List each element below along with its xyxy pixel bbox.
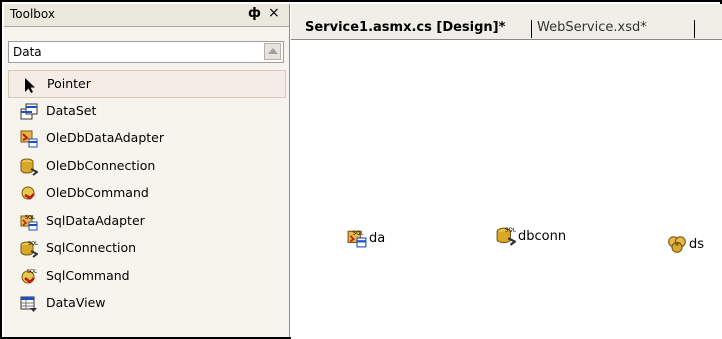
app-window: Toolbox ф × Data Pointer DataSet OleDbDa… — [0, 0, 722, 339]
toolbox-item-dataview[interactable]: DataView — [8, 290, 286, 318]
toolbox-item-label: OleDbCommand — [46, 185, 149, 200]
toolbox-item-label: OleDbConnection — [46, 157, 156, 173]
toolbox-title: Toolbox — [10, 7, 55, 21]
toolbox-item-sqldataadapter[interactable]: SQL SqlDataAdapter — [8, 208, 286, 236]
toolbox-category-data[interactable]: Data — [8, 41, 284, 63]
dataset-component-icon — [668, 236, 686, 253]
component-da[interactable]: SQL da — [347, 228, 407, 250]
toolbox-item-sqlcommand[interactable]: SQL SqlCommand — [8, 263, 286, 291]
sql-command-icon: SQL — [21, 269, 37, 284]
document-tab-bar: Service1.asmx.cs [Design]* WebService.xs… — [291, 4, 722, 40]
tab-separator — [531, 20, 532, 38]
dataset-icon — [20, 103, 38, 119]
toolbox-item-oledbconnection[interactable]: OleDbConnection — [8, 153, 286, 181]
toolbox-item-sqlconnection[interactable]: SQL SqlConnection — [8, 235, 286, 263]
component-dbconn[interactable]: SQL dbconn — [496, 226, 576, 248]
component-label: da — [369, 231, 386, 246]
sql-data-adapter-icon: SQL — [20, 215, 38, 230]
toolbox-item-label: Pointer — [47, 76, 91, 91]
toolbox-item-dataset[interactable]: DataSet — [8, 98, 286, 126]
pointer-icon — [25, 78, 35, 93]
toolbox-item-list: Pointer DataSet OleDbDataAdapter OleDbCo… — [8, 70, 286, 318]
tab-separator — [694, 20, 695, 38]
toolbox-item-label: SqlCommand — [46, 267, 130, 283]
design-surface[interactable]: Service1.asmx.cs [Design]* WebService.xs… — [291, 4, 722, 339]
sql-connection-icon: SQL — [20, 241, 38, 258]
oledb-connection-icon — [20, 158, 38, 176]
toolbox-category-label: Data — [13, 45, 42, 59]
toolbox-item-pointer[interactable]: Pointer — [8, 70, 286, 98]
toolbox-item-label: SqlDataAdapter — [46, 212, 145, 228]
toolbox-item-label: DataView — [46, 295, 106, 310]
oledb-data-adapter-icon — [20, 130, 38, 148]
toolbox-item-oledbcommand[interactable]: OleDbCommand — [8, 180, 286, 208]
toolbox-item-label: DataSet — [46, 102, 97, 118]
toolbox-item-oledbdataadapter[interactable]: OleDbDataAdapter — [8, 125, 286, 153]
toolbox-item-label: SqlConnection — [46, 240, 137, 255]
tab-webservice-xsd[interactable]: WebService.xsd* — [537, 20, 647, 35]
tab-service1-design[interactable]: Service1.asmx.cs [Design]* — [305, 20, 505, 35]
svg-text:SQL: SQL — [28, 241, 38, 247]
close-icon[interactable]: × — [268, 5, 280, 21]
toolbox-title-bar: Toolbox ф × — [4, 4, 289, 27]
svg-text:SQL: SQL — [505, 228, 516, 234]
toolbox-panel: Toolbox ф × Data Pointer DataSet OleDbDa… — [4, 4, 290, 337]
scroll-up-button[interactable] — [264, 43, 281, 60]
svg-text:SQL: SQL — [353, 231, 365, 237]
oledb-command-icon — [21, 186, 35, 200]
sql-data-adapter-icon: SQL — [347, 231, 367, 248]
component-ds[interactable]: ds — [667, 234, 717, 256]
toolbox-item-label: OleDbDataAdapter — [46, 130, 164, 145]
pin-icon[interactable]: ф — [248, 6, 261, 21]
sql-connection-icon: SQL — [496, 228, 516, 246]
svg-text:SQL: SQL — [25, 215, 35, 221]
component-label: dbconn — [518, 229, 567, 244]
svg-text:SQL: SQL — [27, 269, 37, 275]
dataview-icon — [20, 296, 37, 312]
component-label: ds — [689, 237, 705, 252]
